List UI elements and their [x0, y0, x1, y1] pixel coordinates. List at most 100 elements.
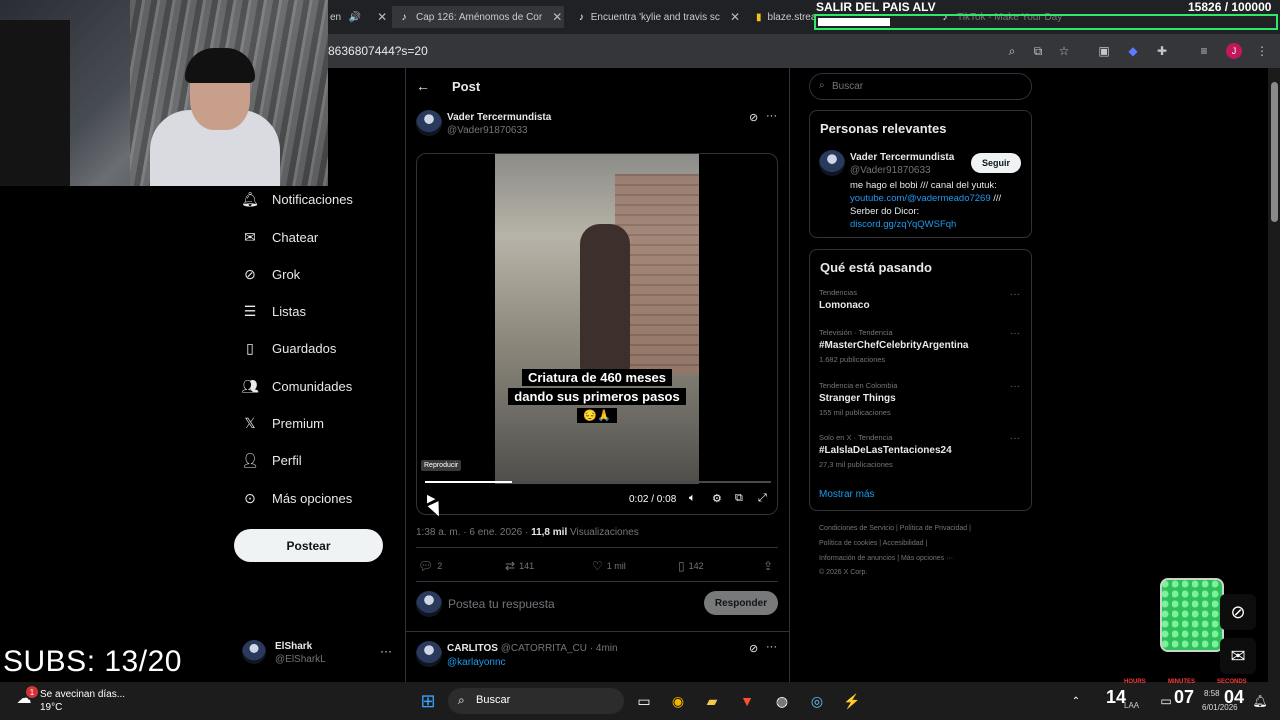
- share-action[interactable]: ⇪: [763, 559, 777, 573]
- menu-dots-icon[interactable]: ⋮: [1254, 43, 1270, 59]
- brave-icon[interactable]: ▼: [735, 689, 759, 713]
- settings-icon[interactable]: ⚙: [712, 492, 722, 505]
- column-border-right: [789, 68, 790, 720]
- relevant-name[interactable]: Vader Tercermundista: [850, 152, 954, 163]
- like-action[interactable]: ♡ 1 mil: [592, 559, 626, 573]
- post-time: 1:38 a. m. · 6 ene. 2026 ·: [416, 527, 529, 538]
- relevant-avatar[interactable]: [819, 150, 845, 176]
- author-name[interactable]: Vader Tercermundista: [447, 112, 551, 123]
- media-icon[interactable]: ▣: [1096, 43, 1112, 59]
- browser-tab[interactable]: en 🔊 ✕: [330, 6, 390, 28]
- divider: [416, 547, 778, 548]
- repost-action[interactable]: ⇄ 141: [505, 559, 534, 573]
- input-language[interactable]: LAA: [1124, 701, 1139, 710]
- trend-name[interactable]: Lomonaco: [819, 300, 870, 311]
- star-icon[interactable]: ☆: [1056, 43, 1072, 59]
- more-dots-icon[interactable]: ···: [766, 641, 777, 653]
- comment-avatar[interactable]: [416, 641, 442, 667]
- author-avatar[interactable]: [416, 110, 442, 136]
- reply-action[interactable]: 💬︎ 2: [418, 559, 442, 573]
- nav-item-guardados[interactable]: ▯ Guardados: [242, 336, 336, 360]
- steam-icon[interactable]: ◎: [805, 689, 829, 713]
- extension-shield-icon[interactable]: ◆: [1125, 43, 1141, 59]
- reading-list-icon[interactable]: ≡: [1196, 43, 1212, 59]
- footer-links[interactable]: Política de cookies | Accesibilidad |: [819, 540, 927, 547]
- nav-item-grok[interactable]: ⊘ Grok: [242, 262, 300, 286]
- scrollbar-thumb[interactable]: [1271, 82, 1278, 222]
- person-icon: 👤︎: [241, 451, 259, 468]
- nav-item-perfil[interactable]: 👤︎ Perfil: [241, 448, 302, 472]
- footer-links[interactable]: Información de anuncios | Más opciones ·…: [819, 555, 953, 562]
- discord-link[interactable]: discord.gg/zqYqQWSFqh: [850, 219, 956, 230]
- youtube-link[interactable]: youtube.com/@vadermeado7269: [850, 193, 991, 204]
- system-time[interactable]: 8:58: [1204, 689, 1220, 698]
- grok-icon[interactable]: ⊘: [1220, 594, 1256, 630]
- pip-icon[interactable]: ⧉: [735, 492, 743, 505]
- nav-item-chatear[interactable]: ✉ Chatear: [242, 225, 318, 249]
- account-switcher[interactable]: ElShark @ElSharkL ···: [242, 638, 392, 668]
- browser-tab[interactable]: ♪ Encuentra 'kylie and travis sc ✕: [572, 6, 740, 28]
- search-input[interactable]: ⌕ Buscar: [809, 73, 1032, 100]
- taskbar-search[interactable]: ⌕ Buscar: [448, 688, 624, 714]
- reply-input[interactable]: Postea tu respuesta: [448, 597, 555, 611]
- footer-links[interactable]: Condiciones de Servicio | Política de Pr…: [819, 525, 971, 532]
- comment-handle[interactable]: @CATORRITA_CU: [501, 643, 587, 654]
- grok-icon[interactable]: ⊘: [749, 111, 758, 124]
- nav-item-premium[interactable]: 𝕏 Premium: [242, 411, 324, 435]
- back-arrow-icon[interactable]: ←: [416, 78, 430, 94]
- trend-name[interactable]: #MasterChefCelebrityArgentina: [819, 340, 968, 351]
- browser-tab[interactable]: ♪ Cap 126: Aménomos de Cor ✕: [392, 6, 564, 28]
- url-text[interactable]: 8636807444?s=20: [328, 44, 428, 58]
- reply-button[interactable]: Responder: [704, 591, 778, 615]
- chevron-up-icon[interactable]: ⌃: [1064, 689, 1088, 713]
- trend-name[interactable]: Stranger Things: [819, 393, 896, 404]
- nav-item-comunidades[interactable]: 👥︎ Comunidades: [241, 374, 352, 398]
- fullscreen-icon[interactable]: ⤢: [758, 492, 767, 505]
- trend-name[interactable]: #LaIslaDeLasTentaciones24: [819, 445, 952, 456]
- puzzle-icon[interactable]: ✚: [1154, 43, 1170, 59]
- bell-icon[interactable]: 🔔︎: [1248, 689, 1272, 713]
- close-icon[interactable]: ✕: [730, 10, 740, 24]
- more-dots-icon[interactable]: ···: [1010, 433, 1020, 444]
- volume-icon[interactable]: 🔈︎: [689, 492, 696, 505]
- more-dots-icon[interactable]: ···: [1010, 328, 1020, 339]
- post-button[interactable]: Postear: [234, 529, 383, 562]
- video-caption: Criatura de 460 meses dando sus primeros…: [501, 368, 693, 424]
- task-view-icon[interactable]: ▭: [632, 689, 656, 713]
- comment-time: · 4min: [589, 643, 618, 654]
- video-player[interactable]: Criatura de 460 meses dando sus primeros…: [416, 153, 778, 515]
- bio-line: youtube.com/@vadermeado7269 ///: [850, 193, 1002, 204]
- close-icon[interactable]: ✕: [552, 10, 562, 24]
- mail-icon[interactable]: ✉: [1220, 638, 1256, 674]
- author-handle[interactable]: @Vader91870633: [447, 125, 528, 136]
- app-icon[interactable]: ⚡: [840, 689, 864, 713]
- profile-avatar[interactable]: J: [1226, 43, 1242, 59]
- install-icon[interactable]: ⧉: [1030, 43, 1046, 59]
- more-dots-icon[interactable]: ···: [1010, 289, 1020, 300]
- comment-mention[interactable]: @karlayonnc: [447, 657, 506, 668]
- comment-author[interactable]: CARLITOS: [447, 643, 498, 654]
- show-more-link[interactable]: Mostrar más: [819, 489, 875, 500]
- more-dots-icon[interactable]: ···: [1010, 381, 1020, 392]
- browser-tab[interactable]: ▮ blaze.stream/: [752, 6, 814, 28]
- relevant-handle[interactable]: @Vader91870633: [850, 165, 931, 176]
- close-icon[interactable]: ✕: [377, 10, 387, 24]
- folder-icon[interactable]: ▰: [700, 689, 724, 713]
- system-date[interactable]: 6/01/2026: [1202, 703, 1238, 712]
- follow-button[interactable]: Seguir: [971, 153, 1021, 173]
- weather-widget[interactable]: Se avecinan días... 19°C: [40, 688, 125, 714]
- grok-icon[interactable]: ⊘: [749, 642, 758, 655]
- more-dots-icon[interactable]: ···: [766, 110, 777, 122]
- tab-title: Encuentra 'kylie and travis sc: [590, 11, 720, 23]
- chrome-icon[interactable]: ◉: [666, 689, 690, 713]
- windows-start-icon[interactable]: ⊞: [416, 689, 440, 713]
- nav-item-notificaciones[interactable]: 🔔︎ Notificaciones: [241, 187, 353, 211]
- video-progress-bar[interactable]: [425, 481, 771, 483]
- nav-item-mas-opciones[interactable]: ⊙ Más opciones: [242, 486, 352, 510]
- nav-item-listas[interactable]: ☰ Listas: [242, 299, 306, 323]
- zoom-icon[interactable]: ⌕: [1004, 43, 1020, 59]
- bell-icon: 🔔︎: [241, 190, 259, 207]
- comment-header: CARLITOS @CATORRITA_CU · 4min: [447, 643, 618, 654]
- app-icon[interactable]: ◍: [770, 689, 794, 713]
- bookmark-action[interactable]: ▯ 142: [678, 559, 704, 573]
